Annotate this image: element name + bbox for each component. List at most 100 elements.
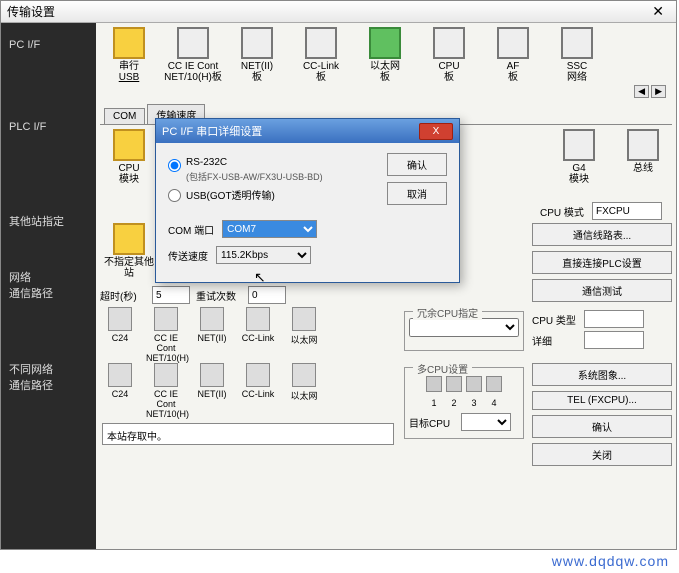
redundant-cpu-group: 冗余CPU指定 (404, 311, 524, 351)
direct-plc-button[interactable]: 直接连接PLC设置 (532, 251, 672, 274)
close-icon[interactable]: ✕ (646, 3, 670, 20)
retry-label: 重试次数 (196, 288, 244, 303)
device-cpu-module[interactable]: CPU 模块 (100, 129, 158, 185)
device-cc-link[interactable]: CC-Link 板 (292, 27, 350, 83)
device-bus[interactable]: 总线 (614, 129, 672, 174)
station-icon (113, 223, 145, 255)
device-ssc[interactable]: SSC 网络 (548, 27, 606, 83)
cpu-slot-4[interactable] (486, 376, 502, 392)
device-ethernet-2[interactable]: 以太网 (284, 307, 324, 363)
multi-cpu-legend: 多CPU设置 (413, 361, 472, 376)
multi-cpu-group: 多CPU设置 1234 目标CPU (404, 367, 524, 439)
watermark: www.dqdqw.com (552, 553, 669, 569)
cpu-type-label: CPU 类型 (532, 312, 580, 327)
device-icon (246, 363, 270, 387)
route-table-button[interactable]: 通信线路表... (532, 223, 672, 246)
cpu-slot-3[interactable] (466, 376, 482, 392)
radio-rs232c[interactable]: RS-232C (包括FX-USB-AW/FX3U-USB-BD) (168, 157, 377, 183)
device-cc-ie[interactable]: CC IE Cont NET/10(H) (146, 307, 186, 363)
device-net-ii-3[interactable]: NET(II) (192, 363, 232, 419)
scroll-arrows: ◀▶ (100, 83, 672, 100)
cpu-mode-input[interactable] (592, 202, 662, 220)
device-g4[interactable]: G4 模块 (550, 129, 608, 185)
device-icon (561, 27, 593, 59)
device-c24[interactable]: C24 (100, 307, 140, 363)
device-cc-ie-cont[interactable]: CC IE Cont NET/10(H)板 (164, 27, 222, 83)
timeout-input[interactable] (152, 286, 190, 304)
device-cc-ie-3[interactable]: CC IE Cont NET/10(H) (146, 363, 186, 419)
sidebar-item-network-path[interactable]: 网络 通信路径 (1, 259, 96, 311)
detail-input[interactable] (584, 331, 644, 349)
device-icon (177, 27, 209, 59)
com-port-select[interactable]: COM7 (222, 220, 317, 238)
device-icon (433, 27, 465, 59)
device-icon (292, 307, 316, 331)
device-ethernet[interactable]: 以太网 板 (356, 27, 414, 83)
right-col-2: CPU 类型 详细 (532, 307, 672, 352)
tel-button[interactable]: TEL (FXCPU)... (532, 391, 672, 410)
redundant-cpu-select[interactable] (409, 318, 519, 337)
device-icon (563, 129, 595, 161)
device-icon (200, 363, 224, 387)
device-icon (246, 307, 270, 331)
sidebar-item-other-station[interactable]: 其他站指定 (1, 203, 96, 239)
dialog-titlebar: PC I/F 串口详细设置 X (156, 119, 459, 143)
diff-network-row: C24 CC IE Cont NET/10(H) NET(II) CC-Link… (100, 363, 672, 471)
main-panel: 串行USB CC IE Cont NET/10(H)板 NET(II) 板 CC… (96, 23, 676, 549)
device-no-other-station[interactable]: 不指定其他站 (100, 223, 158, 279)
scroll-right-button[interactable]: ▶ (651, 85, 666, 98)
cpu-slot-1[interactable] (426, 376, 442, 392)
device-cc-link-2[interactable]: CC-Link (238, 307, 278, 363)
device-icon (108, 363, 132, 387)
device-cpu[interactable]: CPU 板 (420, 27, 478, 83)
device-af[interactable]: AF 板 (484, 27, 542, 83)
cpu-mode-label: CPU 模式 (540, 204, 588, 219)
device-icon (154, 307, 178, 331)
serial-detail-dialog: PC I/F 串口详细设置 X RS-232C (包括FX-USB-AW/FX3… (155, 118, 460, 283)
radio-usb[interactable]: USB(GOT透明传输) (168, 187, 377, 202)
comm-test-button[interactable]: 通信测试 (532, 279, 672, 302)
sidebar-item-pc-if[interactable]: PC I/F (1, 29, 96, 61)
sidebar-item-plc-if[interactable]: PLC I/F (1, 111, 96, 143)
dialog-close-button[interactable]: X (419, 123, 453, 140)
pc-if-device-row: 串行USB CC IE Cont NET/10(H)板 NET(II) 板 CC… (100, 27, 672, 83)
device-icon (497, 27, 529, 59)
serial-usb-icon (113, 27, 145, 59)
sidebar: PC I/F PLC I/F 其他站指定 网络 通信路径 不同网络 通信路径 (1, 23, 96, 549)
redundant-cpu-legend: 冗余CPU指定 (413, 305, 482, 320)
baud-rate-select[interactable]: 115.2Kbps (216, 246, 311, 264)
device-icon (627, 129, 659, 161)
device-serial-usb[interactable]: 串行USB (100, 27, 158, 83)
device-icon (154, 363, 178, 387)
detail-label: 详细 (532, 333, 580, 348)
ok-button[interactable]: 确认 (532, 415, 672, 438)
cpu-slot-2[interactable] (446, 376, 462, 392)
cpu-type-input[interactable] (584, 310, 644, 328)
status-text: 本站存取中。 (102, 423, 394, 445)
close-button[interactable]: 关闭 (532, 443, 672, 466)
device-ethernet-3[interactable]: 以太网 (284, 363, 324, 419)
device-c24-3[interactable]: C24 (100, 363, 140, 419)
tab-com[interactable]: COM (104, 108, 145, 124)
network-path-row: C24 CC IE Cont NET/10(H) NET(II) CC-Link… (100, 307, 672, 363)
device-cc-link-3[interactable]: CC-Link (238, 363, 278, 419)
system-image-button[interactable]: 系统图象... (532, 363, 672, 386)
device-icon (241, 27, 273, 59)
device-icon (305, 27, 337, 59)
device-icon (292, 363, 316, 387)
scroll-left-button[interactable]: ◀ (634, 85, 649, 98)
right-button-col-1: 通信线路表... 直接连接PLC设置 通信测试 (532, 223, 672, 307)
sidebar-item-diff-network-path[interactable]: 不同网络 通信路径 (1, 351, 96, 403)
dialog-ok-button[interactable]: 确认 (387, 153, 447, 176)
radio-rs232c-input[interactable] (168, 159, 181, 172)
target-cpu-label: 目标CPU (409, 415, 457, 430)
dialog-title: PC I/F 串口详细设置 (162, 123, 419, 139)
target-cpu-select[interactable] (461, 413, 511, 431)
retry-input[interactable] (248, 286, 286, 304)
radio-usb-input[interactable] (168, 189, 181, 202)
device-net-ii[interactable]: NET(II) 板 (228, 27, 286, 83)
window-title: 传输设置 (7, 3, 646, 20)
com-port-label: COM 端口 (168, 222, 214, 237)
device-net-ii-2[interactable]: NET(II) (192, 307, 232, 363)
dialog-cancel-button[interactable]: 取消 (387, 182, 447, 205)
